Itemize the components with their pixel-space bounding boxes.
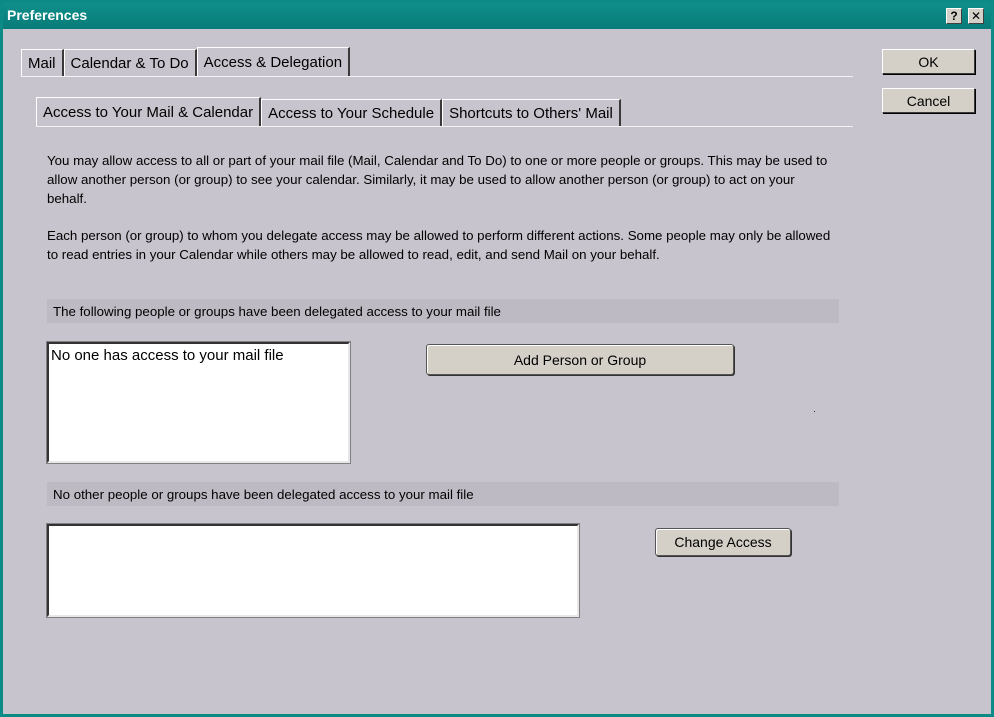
title-bar[interactable]: Preferences ? ✕	[3, 3, 991, 29]
preferences-window: Preferences ? ✕ Mail Calendar & To Do Ac…	[0, 0, 994, 717]
close-icon: ✕	[970, 9, 982, 23]
stray-dot	[814, 411, 815, 412]
tab-calendar-todo[interactable]: Calendar & To Do	[63, 49, 197, 77]
list-item[interactable]: No one has access to your mail file	[51, 347, 346, 364]
tab-access-delegation[interactable]: Access & Delegation	[196, 47, 351, 77]
add-person-or-group-button[interactable]: Add Person or Group	[426, 344, 734, 375]
main-tab-bar: Mail Calendar & To Do Access & Delegatio…	[21, 47, 351, 77]
delegated-list[interactable]: No one has access to your mail file	[46, 341, 351, 464]
window-title: Preferences	[7, 7, 88, 23]
description-paragraph-2: Each person (or group) to whom you deleg…	[47, 228, 831, 262]
ok-button[interactable]: OK	[882, 49, 975, 74]
tab-access-schedule[interactable]: Access to Your Schedule	[261, 99, 443, 127]
change-access-button[interactable]: Change Access	[655, 528, 791, 556]
sub-tab-divider	[36, 126, 853, 127]
cancel-button[interactable]: Cancel	[882, 88, 975, 113]
main-tab-divider	[21, 76, 853, 77]
delegated-section-header: The following people or groups have been…	[47, 299, 839, 323]
help-icon: ?	[950, 9, 958, 23]
tab-access-mail-calendar[interactable]: Access to Your Mail & Calendar	[36, 97, 262, 127]
close-button[interactable]: ✕	[968, 8, 984, 24]
description-paragraph-1: You may allow access to all or part of y…	[47, 153, 828, 206]
other-section-header: No other people or groups have been dele…	[47, 482, 839, 506]
tab-shortcuts-others-mail[interactable]: Shortcuts to Others' Mail	[442, 99, 621, 127]
other-delegates-list[interactable]	[46, 523, 580, 618]
tab-mail[interactable]: Mail	[21, 49, 64, 77]
help-button[interactable]: ?	[946, 8, 962, 24]
sub-tab-bar: Access to Your Mail & Calendar Access to…	[36, 97, 621, 127]
